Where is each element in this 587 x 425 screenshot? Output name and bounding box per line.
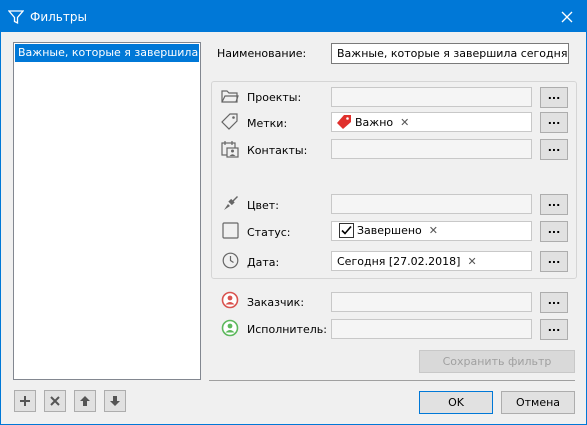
date-browse-button[interactable]: ...: [540, 251, 568, 272]
add-filter-button[interactable]: [14, 390, 36, 412]
filter-list[interactable]: Важные, которые я завершила сегодня: [13, 42, 201, 380]
status-browse-button[interactable]: ...: [540, 221, 568, 242]
contacts-browse-button[interactable]: ...: [540, 139, 568, 160]
checkbox-icon: [222, 222, 239, 242]
filters-dialog: Фильтры Важные, которые я завершила сего…: [0, 0, 587, 425]
projects-field[interactable]: [331, 87, 532, 107]
move-down-button[interactable]: [104, 390, 126, 412]
name-value: Важные, которые я завершила сегодня: [337, 47, 568, 60]
color-browse-button[interactable]: ...: [540, 194, 568, 215]
contacts-field[interactable]: [331, 139, 532, 159]
tag-chip-remove-icon[interactable]: ✕: [400, 116, 409, 129]
list-item[interactable]: Важные, которые я завершила сегодня: [15, 44, 199, 62]
title-bar: Фильтры: [1, 1, 586, 32]
date-chip-remove-icon[interactable]: ✕: [467, 255, 476, 268]
customer-label: Заказчик:: [247, 296, 305, 309]
tags-label: Метки:: [247, 117, 288, 130]
status-chip: Завершено ✕: [339, 223, 438, 238]
plus-icon: [20, 396, 30, 406]
executor-browse-button[interactable]: ...: [540, 319, 568, 340]
check-icon: [339, 223, 354, 238]
red-tag-icon: [337, 115, 351, 129]
clock-icon: [222, 252, 239, 272]
date-label: Дата:: [247, 256, 280, 269]
close-icon: [561, 11, 573, 22]
executor-label: Исполнитель:: [247, 323, 327, 336]
brush-icon: [222, 194, 240, 215]
tag-icon: [221, 113, 239, 134]
status-chip-remove-icon[interactable]: ✕: [429, 224, 438, 237]
executor-icon: [221, 319, 239, 340]
projects-browse-button[interactable]: ...: [540, 87, 568, 108]
funnel-icon: [7, 9, 25, 25]
cancel-button[interactable]: Отмена: [501, 391, 575, 414]
status-label: Статус:: [247, 226, 291, 239]
delete-filter-button[interactable]: [44, 390, 66, 412]
close-button[interactable]: [548, 1, 586, 32]
customer-field[interactable]: [331, 292, 532, 312]
tags-browse-button[interactable]: ...: [540, 112, 568, 133]
name-label: Наименование:: [217, 47, 307, 60]
window-title: Фильтры: [30, 10, 87, 24]
criteria-group: [211, 81, 577, 279]
delete-icon: [50, 396, 60, 406]
date-chip: Сегодня [27.02.2018] ✕: [337, 255, 477, 268]
color-field[interactable]: [331, 194, 532, 214]
arrow-down-icon: [110, 396, 120, 406]
contacts-icon: [221, 140, 239, 161]
name-input[interactable]: Важные, которые я завершила сегодня: [331, 43, 569, 64]
folder-icon: [221, 88, 239, 107]
executor-field[interactable]: [331, 319, 532, 339]
ok-button[interactable]: OK: [419, 391, 493, 414]
color-label: Цвет:: [247, 199, 279, 212]
customer-icon: [221, 291, 239, 312]
status-chip-label: Завершено: [357, 224, 422, 237]
divider: [209, 380, 575, 381]
tag-chip-label: Важно: [355, 115, 394, 129]
move-up-button[interactable]: [74, 390, 96, 412]
save-filter-button[interactable]: Сохранить фильтр: [419, 350, 575, 373]
projects-label: Проекты:: [247, 91, 302, 104]
tag-chip: Важно ✕: [336, 114, 409, 130]
customer-browse-button[interactable]: ...: [540, 292, 568, 313]
date-chip-label: Сегодня [27.02.2018]: [337, 255, 461, 268]
contacts-label: Контакты:: [247, 144, 308, 157]
arrow-up-icon: [80, 396, 90, 406]
